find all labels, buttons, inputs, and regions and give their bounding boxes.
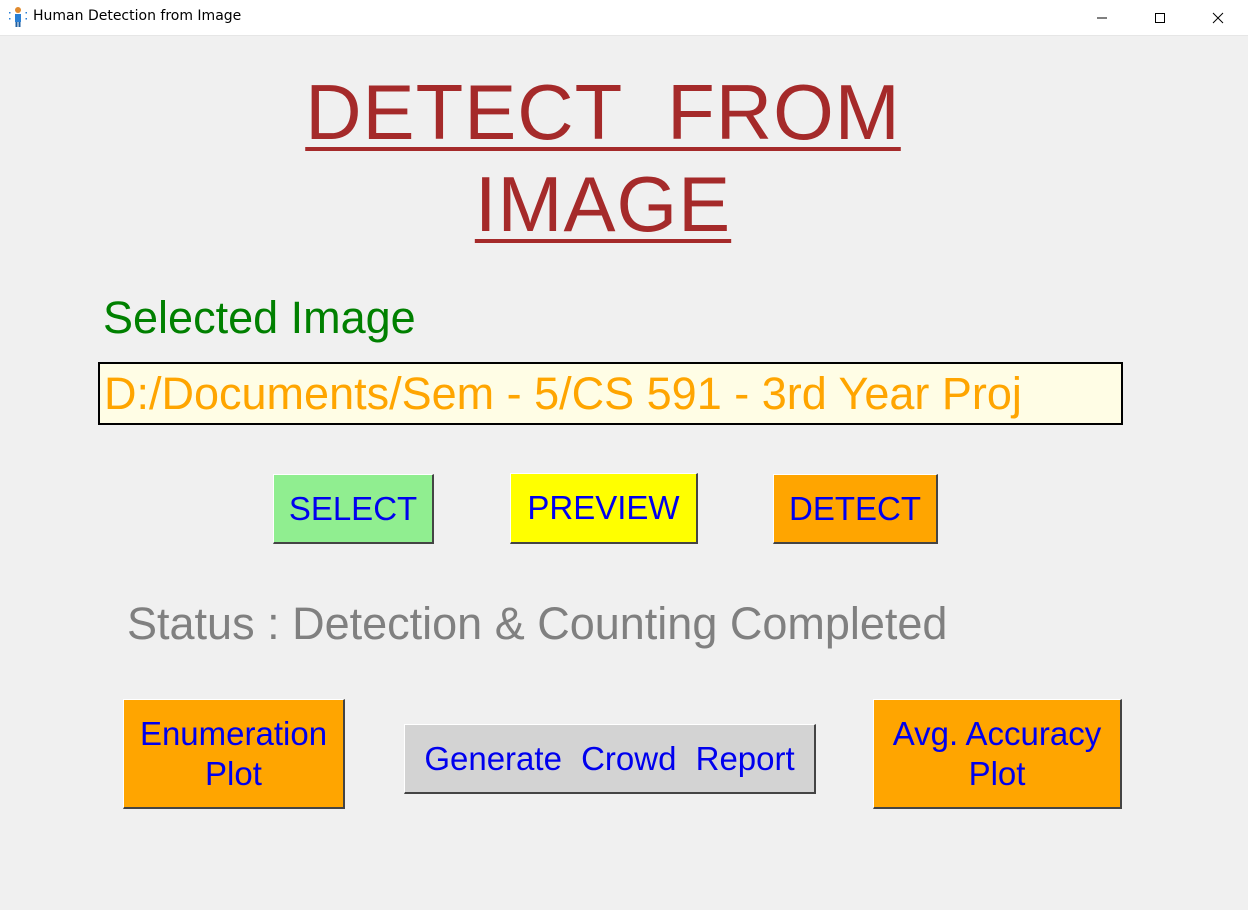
generate-crowd-report-button[interactable]: Generate Crowd Report [404,724,816,794]
selected-image-path-value: D:/Documents/Sem - 5/CS 591 - 3rd Year P… [104,368,1022,419]
main-title: DETECT FROM IMAGE [0,66,1206,250]
preview-button[interactable]: PREVIEW [510,473,698,544]
close-button[interactable] [1189,0,1247,35]
avg-accuracy-plot-button[interactable]: Avg. Accuracy Plot [873,699,1122,809]
window-title: Human Detection from Image [33,8,242,24]
close-icon [1212,12,1224,23]
status-text: Status : Detection & Counting Completed [127,598,948,649]
minimize-button[interactable] [1073,0,1131,35]
avg-accuracy-plot-label-line2: Plot [968,754,1026,792]
main-title-line1: DETECT FROM [305,68,901,156]
enumeration-plot-label-line1: Enumeration [139,714,328,752]
enumeration-plot-label-line2: Plot [205,754,262,792]
enumeration-plot-button[interactable]: Enumeration Plot [123,699,345,809]
maximize-button[interactable] [1131,0,1189,35]
maximize-icon [1155,12,1165,23]
avg-accuracy-plot-label-line1: Avg. Accuracy [892,714,1102,752]
minimize-icon [1097,17,1107,18]
title-bar: Human Detection from Image [0,0,1248,36]
main-title-line2: IMAGE [474,160,732,248]
select-button[interactable]: SELECT [273,474,434,544]
detect-button[interactable]: DETECT [773,474,938,544]
selected-image-label: Selected Image [103,292,416,343]
person-icon [8,6,28,28]
selected-image-path-field[interactable]: D:/Documents/Sem - 5/CS 591 - 3rd Year P… [98,362,1123,425]
